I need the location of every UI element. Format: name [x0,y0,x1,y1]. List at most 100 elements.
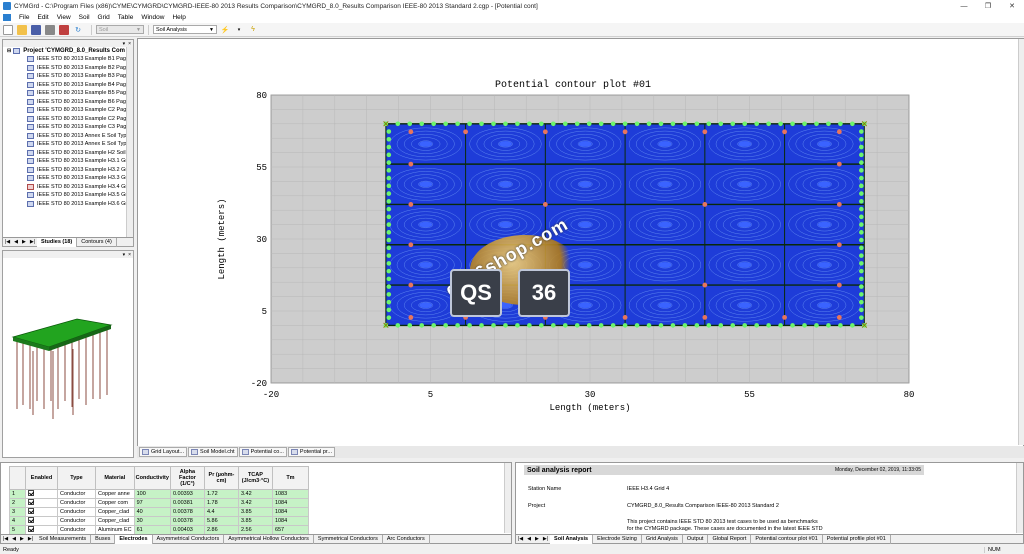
mdi-scrollbar[interactable] [1018,39,1024,445]
study-item[interactable]: IEEE STD 80 2013 Example H2 Soil A [3,149,133,158]
minimize-button[interactable]: — [952,3,976,10]
menu-view[interactable]: View [53,14,75,21]
grid-layout-icon[interactable] [59,24,69,35]
study-item[interactable]: IEEE STD 80 2013 Example H3.3 Grid [3,174,133,183]
column-header[interactable]: Conductivity [133,466,171,490]
save-icon[interactable] [31,24,41,35]
tab-item[interactable]: Buses [91,534,116,544]
tab-item[interactable]: Grid Analysis [642,534,683,544]
prev-tab-icon[interactable]: ◀ [12,239,20,245]
soil-mode-combo[interactable]: Soil ▼ [96,25,144,34]
window-tab[interactable]: Grid Layout... [139,447,188,457]
enabled-checkbox-cell[interactable] [25,516,58,526]
grid-3d-view[interactable] [3,259,133,457]
tab-item[interactable]: Global Report [708,534,752,544]
table-row[interactable]: 2 Conductor Copper com 97 0.00381 1.78 3.42 108… [9,498,309,508]
study-item[interactable]: IEEE STD 80 2013 Example B6 Page [3,98,133,107]
tab-item[interactable]: Potential contour plot #01 [751,534,823,544]
document-window-icon[interactable] [3,14,11,21]
tab-studies[interactable]: Studies (18) [37,237,78,247]
enabled-checkbox-cell[interactable] [25,498,58,508]
print-icon[interactable] [45,24,55,35]
menu-edit[interactable]: Edit [33,14,52,21]
close-icon[interactable]: × [128,252,131,258]
maximize-button[interactable]: ❐ [976,2,1000,10]
tab-item[interactable]: Arc Conductors [383,534,430,544]
enabled-checkbox[interactable] [28,490,34,496]
prev-tab-icon[interactable]: ◀ [10,536,18,542]
study-item[interactable]: IEEE STD 80 2013 Annex E Soil Type [3,132,133,141]
potential-contour-plot[interactable]: Potential contour plot #01 ✕ ✕✕ ✕ -20 5 30 55… [138,39,1018,445]
run-lightning-icon[interactable]: ⚡ [220,25,230,35]
enabled-checkbox-cell[interactable] [25,489,58,499]
tab-item[interactable]: Potential profile plot #01 [823,534,891,544]
enabled-checkbox[interactable] [28,526,34,532]
pin-icon[interactable]: ▾ [123,41,126,47]
first-tab-icon[interactable]: |◀ [516,536,525,542]
enabled-checkbox[interactable] [28,499,34,505]
tab-item[interactable]: Asymmetrical Conductors [153,534,225,544]
first-tab-icon[interactable]: |◀ [1,536,10,542]
next-tab-icon[interactable]: ▶ [18,536,26,542]
column-header[interactable]: Material [95,466,135,490]
column-header[interactable]: Alpha Factor (1/C°) [169,466,205,490]
column-header[interactable]: Type [57,466,96,490]
study-item[interactable]: IEEE STD 80 2013 Example B5 Page [3,89,133,98]
study-item[interactable]: IEEE STD 80 2013 Example C3 Page [3,123,133,132]
next-tab-icon[interactable]: ▶ [20,239,28,245]
study-item[interactable]: IEEE STD 80 2013 Example H3.4 Grid [3,183,133,192]
study-item[interactable]: IEEE STD 80 2013 Example C2 Page [3,106,133,115]
study-item[interactable]: IEEE STD 80 2013 Annex E Soil Type [3,140,133,149]
table-scrollbar[interactable] [504,463,511,533]
study-item[interactable]: IEEE STD 80 2013 Example H3.6 Grid [3,200,133,209]
tab-item[interactable]: Symmetrical Conductors [314,534,383,544]
menu-window[interactable]: Window [137,14,168,21]
close-button[interactable]: ✕ [1000,2,1024,10]
menu-table[interactable]: Table [114,14,138,21]
study-item[interactable]: IEEE STD 80 2013 Example B3 Page [3,72,133,81]
dropdown-arrow-icon[interactable]: ▾ [234,25,244,35]
first-tab-icon[interactable]: |◀ [3,239,12,245]
window-tab[interactable]: Soil Model.cht [188,447,238,457]
enabled-checkbox-cell[interactable] [25,507,58,517]
table-row[interactable]: 1 Conductor Copper anne 100 0.00393 1.72 3.42 1… [9,489,309,499]
table-row[interactable]: 4 Conductor Copper_clad 30 0.00378 5.86 3.85 10… [9,516,309,526]
studies-scrollbar[interactable] [126,47,133,237]
column-header[interactable]: Enabled [25,466,58,490]
window-tab[interactable]: Potential co... [238,447,287,457]
close-icon[interactable]: × [128,41,131,47]
menu-soil[interactable]: Soil [75,14,94,21]
analysis-combo[interactable]: Soil Analysis ▼ [153,25,217,34]
enabled-checkbox[interactable] [28,508,34,514]
prev-tab-icon[interactable]: ◀ [525,536,533,542]
menu-grid[interactable]: Grid [94,14,114,21]
next-tab-icon[interactable]: ▶ [533,536,541,542]
tab-contours[interactable]: Contours (4) [77,237,117,247]
tab-soil-analysis[interactable]: Soil Analysis [550,534,594,544]
last-tab-icon[interactable]: ▶| [541,536,550,542]
wand-icon[interactable]: ϟ [248,25,258,35]
project-tree-root[interactable]: ⊟ Project 'CYMGRD_8.0_Results Com [3,47,133,55]
last-tab-icon[interactable]: ▶| [26,536,35,542]
refresh-icon[interactable]: ↻ [73,25,83,35]
tab-item[interactable]: Electrode Sizing [593,534,642,544]
column-header[interactable]: Tm [271,466,309,490]
collapse-icon[interactable]: ⊟ [7,48,11,54]
study-item[interactable]: IEEE STD 80 2013 Example C2 Page [3,115,133,124]
column-header[interactable]: TCAP (J/cm3·°C) [237,466,273,490]
study-item[interactable]: IEEE STD 80 2013 Example H3.2 Grid [3,166,133,175]
column-header[interactable]: Pr (µohm-cm) [203,466,239,490]
pin-icon[interactable]: ▾ [123,252,126,258]
study-item[interactable]: IEEE STD 80 2013 Example B2 Page [3,64,133,73]
tab-electrodes[interactable]: Electrodes [115,534,153,544]
table-row[interactable]: 3 Conductor Copper_clad 40 0.00378 4.4 3.85 108… [9,507,309,517]
column-header[interactable] [9,466,26,490]
open-folder-icon[interactable] [17,24,27,35]
tab-item[interactable]: Asymmetrical Hollow Conductors [224,534,314,544]
last-tab-icon[interactable]: ▶| [28,239,37,245]
report-scrollbar[interactable] [1016,463,1023,533]
window-tab[interactable]: Potential pr... [287,447,336,457]
study-item[interactable]: IEEE STD 80 2013 Example H3.1 Grid [3,157,133,166]
new-file-icon[interactable] [3,24,13,35]
tab-item[interactable]: Output [683,534,709,544]
